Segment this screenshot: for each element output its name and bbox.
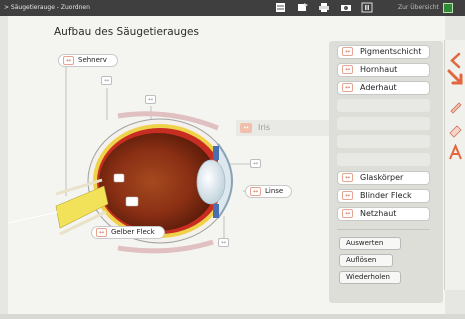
empty-answer-slot [337, 117, 430, 130]
repeat-button[interactable]: Wiederholen [339, 271, 401, 284]
notes-icon[interactable] [275, 2, 287, 13]
evaluate-button[interactable]: Auswerten [339, 237, 401, 250]
tool-strip [444, 40, 465, 290]
label-gelber-fleck[interactable]: ↔ Gelber Fleck [91, 226, 165, 239]
drag-chip-icon: ↔ [63, 56, 74, 65]
answer-glaskoerper[interactable]: ↔ Glaskörper [337, 171, 430, 185]
target-slot-4[interactable]: ↔ [218, 238, 229, 247]
answer-text: Pigmentschicht [360, 47, 422, 56]
answer-text: Blinder Fleck [360, 191, 412, 200]
exit-icon[interactable] [443, 3, 453, 13]
pointer-arrow-icon[interactable] [446, 68, 465, 88]
drag-chip-icon: ↔ [240, 123, 252, 133]
chevron-left-icon[interactable] [447, 52, 464, 69]
camera-icon[interactable] [340, 2, 352, 13]
iris-placed-label[interactable]: ↔ Iris [236, 120, 332, 136]
drag-chip-icon: ↔ [342, 83, 353, 92]
label-sehnerv-text: Sehnerv [78, 56, 107, 64]
answer-aderhaut[interactable]: ↔ Aderhaut [337, 81, 430, 95]
breadcrumb: > Säugetierauge - Zuordnen [4, 4, 90, 11]
print-icon[interactable] [318, 2, 330, 13]
label-linse[interactable]: ↔ Linse [245, 185, 292, 198]
pause-icon[interactable] [361, 2, 373, 13]
label-sehnerv[interactable]: ↔ Sehnerv [58, 54, 118, 67]
answer-text: Glaskörper [360, 173, 404, 182]
drag-chip-icon: ↔ [250, 187, 261, 196]
answer-panel: ↔ Pigmentschicht ↔ Hornhaut ↔ Aderhaut ↔… [329, 41, 443, 303]
panel-divider [337, 229, 430, 230]
overview-link[interactable]: Zur Übersicht [398, 4, 439, 11]
content-area: Aufbau des Säugetierauges ↔ Sehnerv ↔ ↔ … [8, 16, 445, 314]
answer-netzhaut[interactable]: ↔ Netzhaut [337, 207, 430, 221]
empty-answer-slot [337, 135, 430, 148]
pencil-icon[interactable] [447, 98, 464, 115]
target-slot-3[interactable]: ↔ [250, 159, 261, 168]
target-slot-2[interactable]: ↔ [145, 95, 156, 104]
answer-blinder-fleck[interactable]: ↔ Blinder Fleck [337, 189, 430, 203]
text-tool-icon[interactable] [447, 144, 464, 161]
bottom-bar [0, 314, 465, 319]
drag-chip-icon: ↔ [96, 228, 107, 237]
drag-chip-icon: ↔ [342, 47, 353, 56]
empty-answer-slot [337, 99, 430, 112]
drag-chip-icon: ↔ [342, 209, 353, 218]
target-slot-1[interactable]: ↔ [101, 76, 112, 85]
iris-text: Iris [258, 123, 271, 132]
answer-text: Aderhaut [360, 83, 397, 92]
tasks-icon[interactable] [297, 2, 309, 13]
answer-text: Hornhaut [360, 65, 398, 74]
drag-chip-icon: ↔ [342, 191, 353, 200]
answer-hornhaut[interactable]: ↔ Hornhaut [337, 63, 430, 77]
drag-chip-icon: ↔ [342, 173, 353, 182]
drag-chip-icon: ↔ [342, 65, 353, 74]
label-gelber-fleck-text: Gelber Fleck [111, 228, 155, 236]
top-bar: > Säugetierauge - Zuordnen Zur Übersicht [0, 0, 465, 16]
answer-pigmentschicht[interactable]: ↔ Pigmentschicht [337, 45, 430, 59]
label-linse-text: Linse [265, 187, 284, 195]
eraser-icon[interactable] [447, 122, 464, 139]
empty-answer-slot [337, 153, 430, 166]
answer-text: Netzhaut [360, 209, 397, 218]
solve-button[interactable]: Auflösen [339, 254, 393, 267]
